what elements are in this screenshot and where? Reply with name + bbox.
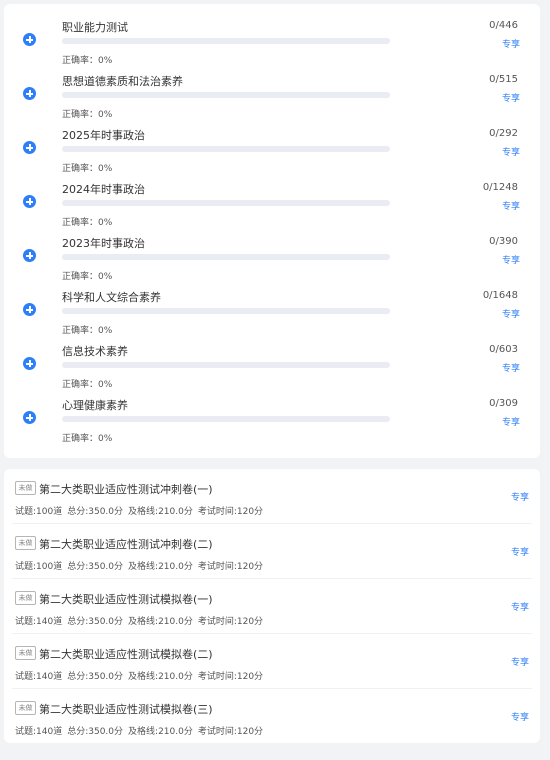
exclusive-tag[interactable]: 专享	[502, 37, 520, 50]
status-badge: 未做	[15, 701, 36, 715]
progress-bar	[62, 92, 390, 98]
exclusive-tag[interactable]: 专享	[502, 91, 520, 104]
exam-total-score: 总分:350.0分	[67, 672, 124, 682]
exam-meta: 试题:100道 总分:350.0分 及格线:210.0分 考试时间:120分	[15, 559, 268, 572]
exam-pass-line: 及格线:210.0分	[128, 672, 193, 682]
exam-total-score: 总分:350.0分	[67, 562, 124, 572]
exam-duration: 考试时间:120分	[197, 727, 264, 737]
exclusive-tag[interactable]: 专享	[502, 145, 520, 158]
practice-item-title: 2023年时事政治	[62, 237, 145, 250]
exam-question-count: 试题:140道	[15, 672, 63, 682]
accuracy-rate: 正确率：0%	[62, 434, 113, 444]
exclusive-tag[interactable]: 专享	[502, 307, 520, 320]
status-badge: 未做	[15, 481, 36, 495]
exam-pass-line: 及格线:210.0分	[128, 562, 193, 572]
plus-circle-icon[interactable]	[23, 87, 36, 100]
exclusive-tag[interactable]: 专享	[502, 253, 520, 266]
exam-question-count: 试题:100道	[15, 507, 63, 517]
practice-item-5[interactable]: 科学和人文综合素养 正确率：0% 0/1648 专享	[4, 274, 540, 336]
exam-item-2[interactable]: 未做 第二大类职业适应性测试模拟卷(一) 试题:140道 总分:350.0分 及格线…	[12, 579, 532, 634]
practice-item-4[interactable]: 2023年时事政治 正确率：0% 0/390 专享	[4, 220, 540, 282]
exclusive-tag[interactable]: 专享	[502, 361, 520, 374]
exam-duration: 考试时间:120分	[197, 507, 264, 517]
practice-item-2[interactable]: 2025年时事政治 正确率：0% 0/292 专享	[4, 112, 540, 174]
practice-item-7[interactable]: 心理健康素养 正确率：0% 0/309 专享	[4, 382, 540, 444]
exclusive-tag[interactable]: 专享	[511, 545, 529, 558]
exam-pass-line: 及格线:210.0分	[128, 617, 193, 627]
status-badge: 未做	[15, 646, 36, 660]
practice-item-3[interactable]: 2024年时事政治 正确率：0% 0/1248 专享	[4, 166, 540, 228]
practice-item-title: 科学和人文综合素养	[62, 291, 161, 304]
practice-item-title: 2025年时事政治	[62, 129, 145, 142]
exclusive-tag[interactable]: 专享	[511, 710, 529, 723]
practice-item-0[interactable]: 职业能力测试 正确率：0% 0/446 专享	[4, 4, 540, 66]
progress-bar	[62, 416, 390, 422]
exam-question-count: 试题:140道	[15, 727, 63, 737]
progress-count: 0/309	[489, 398, 518, 409]
exam-title: 第二大类职业适应性测试冲刺卷(二)	[39, 538, 213, 551]
exclusive-tag[interactable]: 专享	[511, 490, 529, 503]
status-badge: 未做	[15, 591, 36, 605]
plus-circle-icon[interactable]	[23, 195, 36, 208]
progress-count: 0/1248	[482, 182, 518, 193]
exam-title: 第二大类职业适应性测试冲刺卷(一)	[39, 483, 213, 496]
exclusive-tag[interactable]: 专享	[511, 655, 529, 668]
plus-circle-icon[interactable]	[23, 303, 36, 316]
practice-item-1[interactable]: 思想道德素质和法治素养 正确率：0% 0/515 专享	[4, 58, 540, 120]
exam-total-score: 总分:350.0分	[67, 507, 124, 517]
exam-duration: 考试时间:120分	[197, 672, 264, 682]
practice-item-title: 思想道德素质和法治素养	[62, 75, 183, 88]
exclusive-tag[interactable]: 专享	[511, 600, 529, 613]
exam-item-4[interactable]: 未做 第二大类职业适应性测试模拟卷(三) 试题:140道 总分:350.0分 及格线…	[12, 689, 532, 744]
progress-count: 0/292	[489, 128, 518, 139]
exam-meta: 试题:100道 总分:350.0分 及格线:210.0分 考试时间:120分	[15, 504, 268, 517]
practice-item-title: 心理健康素养	[62, 399, 128, 412]
exam-duration: 考试时间:120分	[197, 562, 264, 572]
progress-bar	[62, 200, 390, 206]
exam-item-3[interactable]: 未做 第二大类职业适应性测试模拟卷(二) 试题:140道 总分:350.0分 及格线…	[12, 634, 532, 689]
status-badge: 未做	[15, 536, 36, 550]
exam-title: 第二大类职业适应性测试模拟卷(一)	[39, 593, 213, 606]
progress-count: 0/603	[489, 344, 518, 355]
practice-list-card: 职业能力测试 正确率：0% 0/446 专享 思想道德素质和法治素养 正确率：0…	[4, 4, 540, 458]
progress-bar	[62, 38, 390, 44]
progress-bar	[62, 254, 390, 260]
exam-pass-line: 及格线:210.0分	[128, 727, 193, 737]
exam-title: 第二大类职业适应性测试模拟卷(二)	[39, 648, 213, 661]
plus-circle-icon[interactable]	[23, 249, 36, 262]
exam-list-card: 未做 第二大类职业适应性测试冲刺卷(一) 试题:100道 总分:350.0分 及格线…	[4, 469, 540, 743]
exam-item-0[interactable]: 未做 第二大类职业适应性测试冲刺卷(一) 试题:100道 总分:350.0分 及格线…	[12, 469, 532, 524]
progress-bar	[62, 362, 390, 368]
exam-pass-line: 及格线:210.0分	[128, 507, 193, 517]
exam-duration: 考试时间:120分	[197, 617, 264, 627]
progress-count: 0/1648	[482, 290, 518, 301]
plus-circle-icon[interactable]	[23, 141, 36, 154]
practice-item-title: 2024年时事政治	[62, 183, 145, 196]
exam-item-1[interactable]: 未做 第二大类职业适应性测试冲刺卷(二) 试题:100道 总分:350.0分 及格线…	[12, 524, 532, 579]
plus-circle-icon[interactable]	[23, 357, 36, 370]
exam-total-score: 总分:350.0分	[67, 727, 124, 737]
practice-item-title: 职业能力测试	[62, 21, 128, 34]
progress-count: 0/515	[489, 74, 518, 85]
progress-bar	[62, 146, 390, 152]
exam-meta: 试题:140道 总分:350.0分 及格线:210.0分 考试时间:120分	[15, 724, 268, 737]
exclusive-tag[interactable]: 专享	[502, 415, 520, 428]
exam-question-count: 试题:140道	[15, 617, 63, 627]
exam-meta: 试题:140道 总分:350.0分 及格线:210.0分 考试时间:120分	[15, 614, 268, 627]
plus-circle-icon[interactable]	[23, 33, 36, 46]
progress-count: 0/390	[489, 236, 518, 247]
progress-bar	[62, 308, 390, 314]
exclusive-tag[interactable]: 专享	[502, 199, 520, 212]
exam-title: 第二大类职业适应性测试模拟卷(三)	[39, 703, 213, 716]
progress-count: 0/446	[489, 20, 518, 31]
exam-question-count: 试题:100道	[15, 562, 63, 572]
practice-item-6[interactable]: 信息技术素养 正确率：0% 0/603 专享	[4, 328, 540, 390]
practice-item-title: 信息技术素养	[62, 345, 128, 358]
exam-meta: 试题:140道 总分:350.0分 及格线:210.0分 考试时间:120分	[15, 669, 268, 682]
plus-circle-icon[interactable]	[23, 411, 36, 424]
exam-total-score: 总分:350.0分	[67, 617, 124, 627]
